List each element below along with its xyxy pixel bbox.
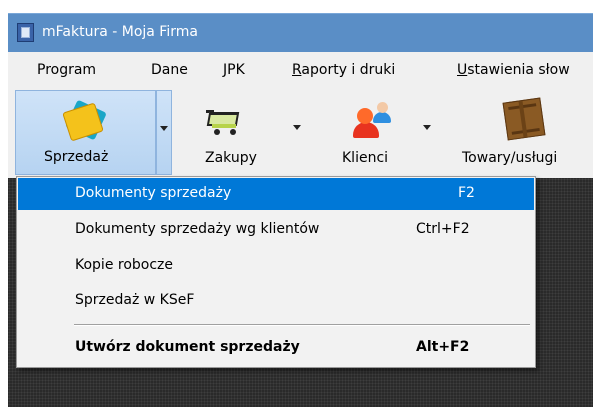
menu-ustawienia-accel: U bbox=[457, 62, 468, 78]
sales-documents-icon bbox=[62, 99, 107, 142]
klienci-dropdown-arrow[interactable] bbox=[420, 90, 436, 175]
zakupy-dropdown-arrow[interactable] bbox=[290, 90, 306, 175]
shopping-cart-icon bbox=[206, 106, 242, 136]
app-icon bbox=[17, 23, 34, 42]
goods-box-icon bbox=[502, 97, 546, 141]
menu-item-utworz-dokument[interactable]: Utwórz dokument sprzedaży Alt+F2 bbox=[18, 332, 534, 364]
toolbar-label-klienci: Klienci bbox=[342, 150, 389, 166]
toolbar-button-sprzedaz[interactable]: Sprzedaż bbox=[15, 90, 156, 175]
toolbar-button-zakupy[interactable]: Zakupy bbox=[178, 90, 288, 175]
menu-raporty-rest: aporty i druki bbox=[301, 62, 396, 78]
toolbar-button-klienci[interactable]: Klienci bbox=[308, 90, 418, 175]
menu-item-kopie-robocze[interactable]: Kopie robocze bbox=[18, 250, 534, 282]
menu-item-shortcut: F2 bbox=[458, 185, 475, 201]
chevron-down-icon bbox=[293, 125, 301, 130]
menu-item-sprzedaz-ksef[interactable]: Sprzedaż w KSeF bbox=[18, 285, 534, 317]
sales-dropdown-menu: Dokumenty sprzedaży F2 Dokumenty sprzeda… bbox=[16, 176, 536, 368]
menu-item-shortcut: Ctrl+F2 bbox=[416, 221, 470, 237]
toolbar: Sprzedaż Zakupy Klienci Towary/usługi bbox=[8, 90, 593, 178]
menu-ustawienia[interactable]: Ustawienia słow bbox=[457, 62, 570, 78]
menu-dane[interactable]: Dane bbox=[151, 62, 188, 78]
menu-jpk[interactable]: JPK bbox=[223, 62, 245, 78]
chevron-down-icon bbox=[423, 125, 431, 130]
menu-bar: Program Dane JPK Raporty i druki Ustawie… bbox=[8, 52, 593, 90]
window-title: mFaktura - Moja Firma bbox=[42, 24, 198, 40]
menu-ustawienia-rest: stawienia słow bbox=[467, 62, 570, 78]
chevron-down-icon bbox=[160, 126, 168, 131]
menu-separator bbox=[74, 324, 530, 326]
toolbar-label-towary: Towary/usługi bbox=[462, 150, 558, 166]
sprzedaz-dropdown-arrow[interactable] bbox=[156, 90, 172, 175]
menu-item-shortcut: Alt+F2 bbox=[416, 339, 470, 355]
menu-item-label: Sprzedaż w KSeF bbox=[75, 292, 195, 308]
menu-item-label: Dokumenty sprzedaży bbox=[75, 185, 232, 201]
toolbar-label-sprzedaz: Sprzedaż bbox=[44, 149, 109, 165]
toolbar-button-towary[interactable]: Towary/usługi bbox=[448, 90, 593, 175]
menu-item-label: Dokumenty sprzedaży wg klientów bbox=[75, 221, 320, 237]
menu-item-dokumenty-sprzedazy[interactable]: Dokumenty sprzedaży F2 bbox=[18, 178, 534, 210]
menu-raporty-accel: R bbox=[292, 62, 302, 78]
toolbar-label-zakupy: Zakupy bbox=[205, 150, 257, 166]
clients-icon bbox=[353, 100, 395, 140]
title-bar: mFaktura - Moja Firma bbox=[8, 13, 593, 53]
menu-item-dokumenty-wg-klientow[interactable]: Dokumenty sprzedaży wg klientów Ctrl+F2 bbox=[18, 214, 534, 246]
menu-item-label: Kopie robocze bbox=[75, 257, 174, 273]
menu-raporty[interactable]: Raporty i druki bbox=[292, 62, 395, 78]
menu-item-label: Utwórz dokument sprzedaży bbox=[75, 339, 300, 355]
menu-program[interactable]: Program bbox=[37, 62, 96, 78]
